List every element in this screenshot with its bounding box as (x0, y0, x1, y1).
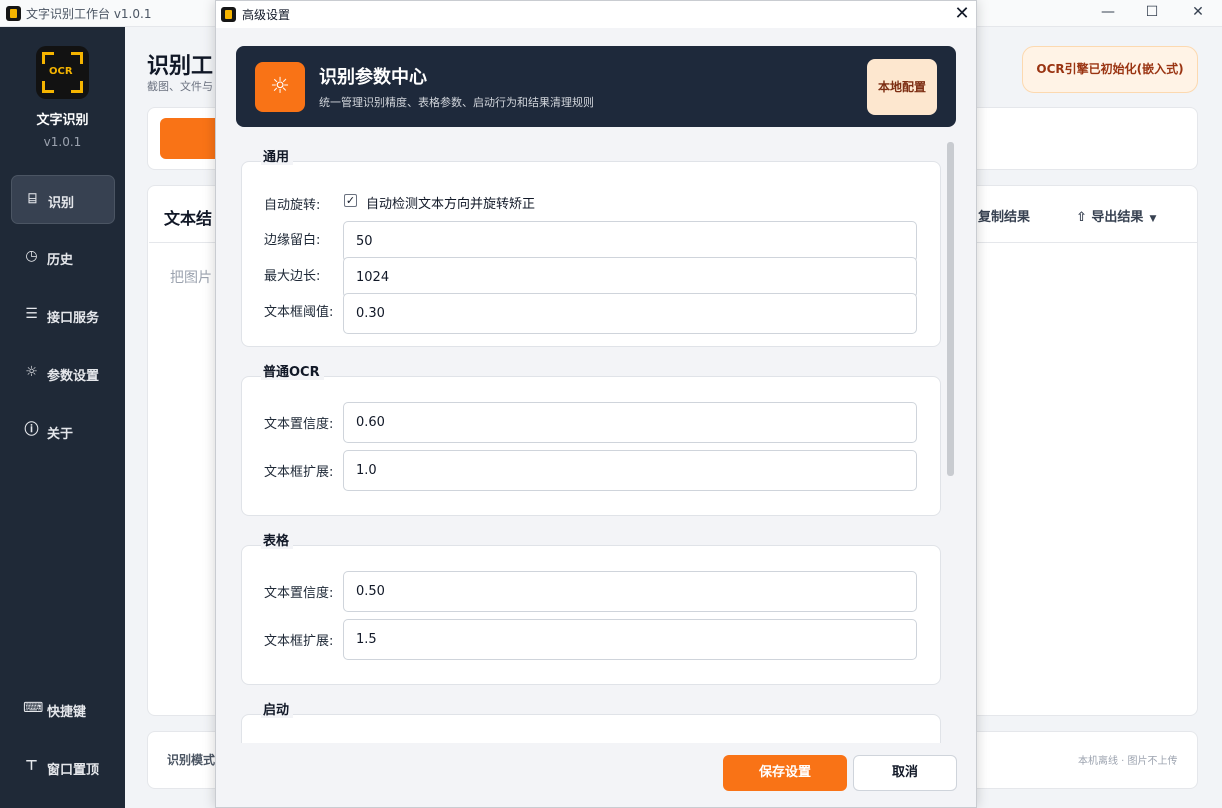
margin-input[interactable]: 50 (343, 221, 917, 262)
hero-title: 识别参数中心 (319, 67, 427, 88)
upload-icon: ⇧ (1076, 210, 1092, 225)
window-title: 文字识别工作台 v1.0.1 (26, 7, 152, 21)
close-icon[interactable]: ✕ (952, 3, 972, 24)
ocr-expand-input[interactable]: 1.0 (343, 450, 917, 491)
pin-icon: ⊤ (25, 758, 38, 774)
ocr-confidence-label: 文本置信度: (264, 417, 334, 432)
settings-scrollbar[interactable] (947, 142, 954, 476)
export-result-label: 导出结果 (1091, 210, 1144, 225)
sidebar-item-label: 接口服务 (47, 311, 100, 326)
sidebar: OCR 文字识别 v1.0.1 ⌸ 识别 ◷ 历史 ☰ 接口服务 ☼ 参数设置 … (0, 27, 125, 808)
margin-label: 边缘留白: (264, 233, 321, 248)
group-normal-ocr (241, 376, 941, 516)
engine-status-badge: OCR引擎已初始化(嵌入式) (1022, 46, 1198, 93)
minimize-icon[interactable]: — (1098, 4, 1118, 20)
dialog-footer: 保存设置 取消 (216, 743, 976, 807)
group-title-startup: 启动 (261, 699, 294, 718)
table-expand-input[interactable]: 1.5 (343, 619, 917, 660)
auto-rotate-checkbox-label[interactable]: 自动检测文本方向并旋转矫正 (366, 193, 535, 212)
sidebar-item-label: 历史 (47, 253, 74, 268)
maximize-icon[interactable]: ☐ (1142, 4, 1162, 20)
box-threshold-label: 文本框阈值: (264, 305, 334, 320)
save-settings-button[interactable]: 保存设置 (723, 755, 847, 791)
server-icon: ☰ (25, 306, 38, 322)
sidebar-item-history[interactable]: ◷ 历史 (11, 233, 115, 282)
sidebar-item-label: 窗口置顶 (47, 763, 100, 778)
dialog-title: 高级设置 (242, 8, 291, 22)
sidebar-item-label: 识别 (48, 196, 75, 211)
settings-sun-icon: ☼ (25, 364, 38, 380)
app-icon (221, 7, 236, 22)
app-version: v1.0.1 (43, 135, 82, 149)
sidebar-item-label: 参数设置 (47, 369, 100, 384)
sidebar-item-label: 关于 (47, 427, 74, 442)
offline-hint: 本机离线 · 图片不上传 (1078, 756, 1178, 767)
table-expand-label: 文本框扩展: (264, 634, 334, 649)
history-icon: ◷ (25, 248, 38, 264)
chevron-down-icon: ▼ (1149, 214, 1157, 224)
group-table (241, 545, 941, 685)
advanced-settings-dialog: 高级设置 ✕ ☼ 识别参数中心 统一管理识别精度、表格参数、启动行为和结果清理规… (215, 0, 977, 808)
group-startup (241, 714, 941, 743)
group-title-general: 通用 (261, 146, 294, 165)
sidebar-item-recognize[interactable]: ⌸ 识别 (11, 175, 115, 224)
max-side-input[interactable]: 1024 (343, 257, 917, 298)
hero-banner: ☼ 识别参数中心 统一管理识别精度、表格参数、启动行为和结果清理规则 本地配置 (236, 46, 956, 127)
local-config-badge: 本地配置 (867, 59, 937, 115)
page-subtitle: 截图、文件与 (147, 80, 213, 93)
sidebar-item-about[interactable]: ⓘ 关于 (11, 407, 115, 456)
max-side-label: 最大边长: (264, 269, 321, 284)
ocr-logo: OCR (36, 46, 89, 99)
auto-rotate-checkbox[interactable]: ✓ (344, 194, 357, 207)
page-title: 识别工 (147, 54, 214, 79)
keyboard-icon: ⌨ (23, 700, 44, 716)
app-icon (6, 6, 21, 21)
ocr-confidence-input[interactable]: 0.60 (343, 402, 917, 443)
sidebar-item-shortcuts[interactable]: ⌨ 快捷键 (11, 685, 115, 734)
sidebar-item-settings[interactable]: ☼ 参数设置 (11, 349, 115, 398)
sidebar-item-pin-window[interactable]: ⊤ 窗口置顶 (11, 743, 115, 792)
table-confidence-input[interactable]: 0.50 (343, 571, 917, 612)
sun-icon: ☼ (255, 62, 305, 112)
hero-subtitle: 统一管理识别精度、表格参数、启动行为和结果清理规则 (319, 96, 594, 109)
auto-rotate-label: 自动旋转: (264, 198, 321, 213)
group-title-table: 表格 (261, 530, 294, 549)
settings-scroll-area[interactable]: 通用 自动旋转: ✓ 自动检测文本方向并旋转矫正 边缘留白: 50 最大边长: … (236, 141, 956, 743)
cancel-button[interactable]: 取消 (853, 755, 957, 791)
result-title: 文本结 (164, 209, 213, 228)
box-threshold-input[interactable]: 0.30 (343, 293, 917, 334)
drop-hint: 把图片 (170, 270, 212, 286)
table-confidence-label: 文本置信度: (264, 586, 334, 601)
group-title-normal-ocr: 普通OCR (261, 361, 324, 380)
ocr-expand-label: 文本框扩展: (264, 465, 334, 480)
close-icon[interactable]: ✕ (1188, 4, 1208, 20)
sidebar-item-label: 快捷键 (47, 705, 87, 720)
info-icon: ⓘ (24, 422, 39, 438)
mode-label: 识别模式 (167, 753, 216, 767)
scan-icon: ⌸ (28, 191, 37, 207)
export-result-button[interactable]: ⇧ 导出结果 ▼ (1076, 206, 1156, 225)
copy-result-button[interactable]: 复制结果 (978, 206, 1030, 225)
dialog-titlebar: 高级设置 ✕ (216, 1, 976, 28)
app-name: 文字识别 (36, 113, 89, 128)
sidebar-item-api-service[interactable]: ☰ 接口服务 (11, 291, 115, 340)
